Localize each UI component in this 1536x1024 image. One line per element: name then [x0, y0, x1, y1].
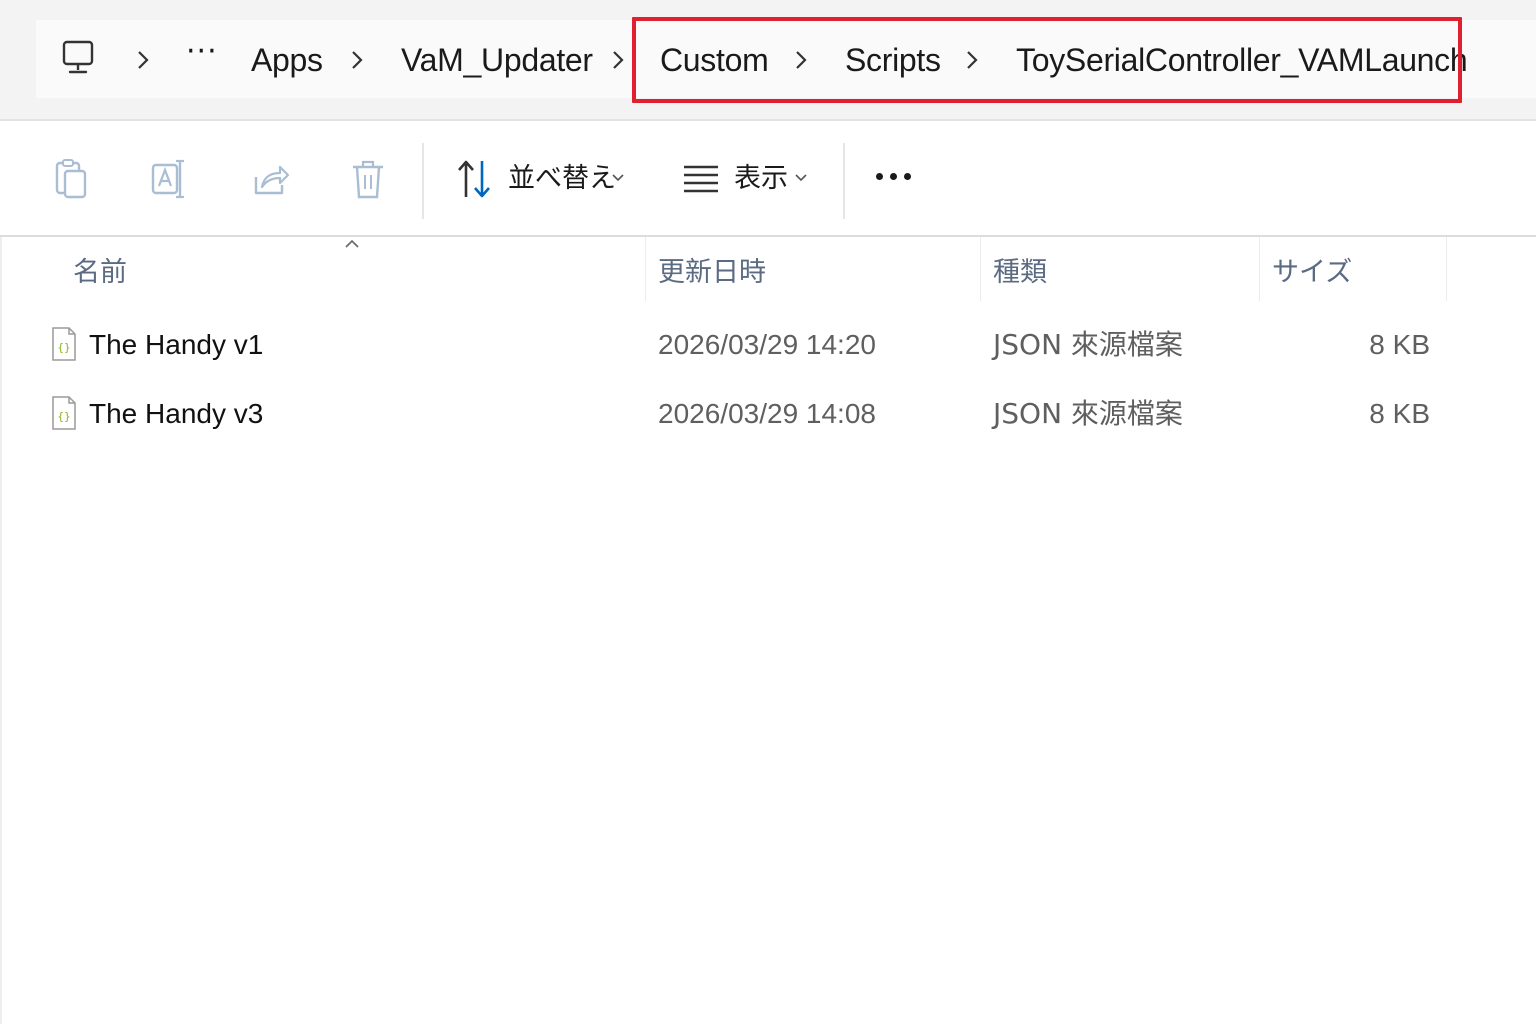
- delete-icon[interactable]: [348, 157, 388, 201]
- dot: [890, 173, 897, 180]
- computer-icon[interactable]: [58, 38, 98, 78]
- view-button[interactable]: 表示: [734, 159, 788, 199]
- column-divider[interactable]: [645, 237, 646, 301]
- breadcrumb-item-apps[interactable]: Apps: [251, 40, 323, 80]
- title-area: ··· Apps VaM_Updater Custom Scripts ToyS…: [0, 0, 1536, 121]
- file-name[interactable]: The Handy v1: [89, 325, 263, 365]
- file-type: JSON 來源檔案: [993, 328, 1183, 361]
- rename-icon[interactable]: [150, 157, 190, 201]
- table-row[interactable]: {} The Handy v3 2026/03/29 14:08 JSON 來源…: [0, 386, 1536, 452]
- column-header-date-modified[interactable]: 更新日時: [658, 253, 766, 293]
- chevron-down-icon[interactable]: [794, 173, 808, 183]
- file-size: 8 KB: [1369, 329, 1430, 360]
- file-name[interactable]: The Handy v3: [89, 394, 263, 434]
- copy-icon[interactable]: [52, 157, 92, 201]
- sort-icon[interactable]: [456, 157, 496, 201]
- divider: [843, 143, 845, 219]
- file-type: JSON 來源檔案: [993, 397, 1183, 430]
- json-file-icon: {}: [52, 327, 76, 361]
- file-date-modified: 2026/03/29 14:20: [658, 329, 876, 360]
- json-file-icon: {}: [52, 396, 76, 430]
- sort-ascending-icon: [345, 239, 359, 248]
- breadcrumb-item-vam-updater[interactable]: VaM_Updater: [401, 40, 593, 80]
- column-header-row: 名前 更新日時 種類 サイズ: [0, 237, 1536, 305]
- table-row[interactable]: {} The Handy v1 2026/03/29 14:20 JSON 來源…: [0, 317, 1536, 383]
- command-bar: 並べ替え 表示: [0, 121, 1536, 235]
- dot: [876, 173, 883, 180]
- column-divider[interactable]: [1259, 237, 1260, 301]
- more-options-icon[interactable]: [876, 173, 911, 180]
- sort-button[interactable]: 並べ替え: [508, 159, 616, 199]
- column-header-size[interactable]: サイズ: [1272, 253, 1352, 293]
- share-icon[interactable]: [250, 157, 290, 201]
- chevron-right-icon[interactable]: [132, 46, 154, 74]
- file-date-modified: 2026/03/29 14:08: [658, 398, 876, 429]
- column-header-type[interactable]: 種類: [993, 253, 1047, 293]
- svg-text:{}: {}: [57, 410, 70, 423]
- breadcrumb-overflow[interactable]: ···: [186, 34, 218, 69]
- view-icon[interactable]: [682, 157, 722, 201]
- divider: [422, 143, 424, 219]
- column-divider[interactable]: [1446, 237, 1447, 301]
- chevron-right-icon[interactable]: [346, 46, 368, 74]
- chevron-right-icon[interactable]: [607, 46, 629, 74]
- file-size: 8 KB: [1369, 398, 1430, 429]
- column-divider[interactable]: [980, 237, 981, 301]
- chevron-down-icon[interactable]: [611, 173, 625, 183]
- column-header-name[interactable]: 名前: [73, 253, 127, 293]
- dot: [904, 173, 911, 180]
- pane-border: [0, 237, 2, 1024]
- svg-text:{}: {}: [57, 341, 70, 354]
- highlight-annotation: [632, 17, 1462, 103]
